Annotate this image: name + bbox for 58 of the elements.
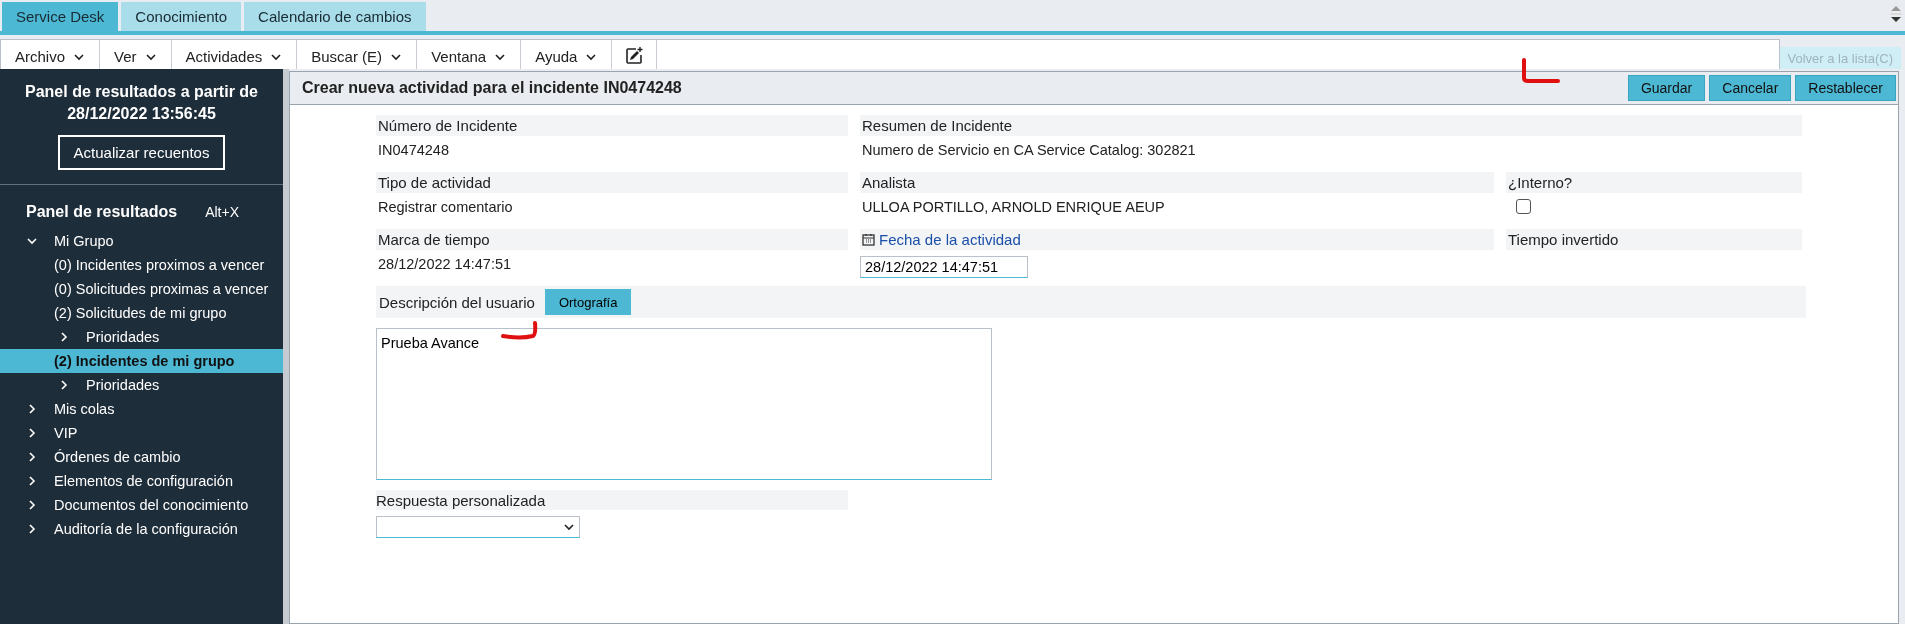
field-label: Descripción del usuario <box>379 293 535 311</box>
tree-item[interactable]: Mis colas <box>0 397 283 421</box>
field-label: Respuesta personalizada <box>376 491 546 509</box>
refresh-counts-button[interactable]: Actualizar recuentos <box>57 135 226 170</box>
shortcut-hint: Alt+X <box>205 204 240 220</box>
tree-item[interactable]: Documentos del conocimiento <box>0 493 283 517</box>
field-value: IN0474248 <box>377 142 450 160</box>
checkbox[interactable] <box>1516 199 1531 214</box>
tree-item[interactable]: Mi Grupo <box>0 229 283 253</box>
chevron-icon <box>58 379 70 391</box>
form-title: Crear nueva actividad para el incidente IN0474248 <box>302 79 682 97</box>
field-value: ULLOA PORTILLO, ARNOLD ENRIQUE AEUP <box>861 199 1166 217</box>
spell-check-button[interactable]: Ortografía <box>544 289 632 315</box>
pen-stroke-mark <box>500 320 540 342</box>
date-input-field[interactable]: 28/12/2022 14:47:51 <box>860 256 1028 278</box>
tree-item[interactable]: Prioridades <box>0 373 283 397</box>
section-title: Panel de resultados <box>26 203 178 221</box>
field-label: Tiempo invertido <box>1508 231 1619 248</box>
action-button[interactable]: Cancelar <box>1709 75 1792 101</box>
tree-item[interactable]: Auditoría de la configuración <box>0 517 283 541</box>
tree-item[interactable]: Prioridades <box>0 325 283 349</box>
tree-item[interactable]: (0) Incidentes proximos a vencer <box>0 253 283 277</box>
tree-item[interactable]: Elementos de configuración <box>0 469 283 493</box>
top-tab[interactable]: Conocimiento <box>121 2 242 31</box>
tree-item[interactable]: (2) Solicitudes de mi grupo <box>0 301 283 325</box>
pen-stroke-mark <box>1520 58 1560 84</box>
chevron-icon <box>26 523 38 535</box>
menu-item[interactable]: Ventana <box>417 40 522 69</box>
chevron-icon <box>26 235 38 247</box>
field-label: Número de Incidente <box>378 117 518 134</box>
chevron-icon <box>26 427 38 439</box>
field-label: Marca de tiempo <box>378 231 490 248</box>
panel-title: Panel de resultados a partir de 28/12/2022 13:56:45 <box>24 82 259 124</box>
action-button[interactable]: Guardar <box>1627 75 1706 101</box>
top-tab[interactable]: Service Desk <box>2 2 119 31</box>
tree-item[interactable]: (2) Incidentes de mi grupo <box>0 349 283 373</box>
tree-item[interactable]: VIP <box>0 421 283 445</box>
chevron-icon <box>58 331 70 343</box>
field-label: Analista <box>862 174 916 191</box>
tree-item[interactable]: Órdenes de cambio <box>0 445 283 469</box>
menu-item[interactable]: Ayuda <box>521 40 613 69</box>
field-label: Tipo de actividad <box>378 174 491 191</box>
top-tab[interactable]: Calendario de cambios <box>244 2 426 31</box>
chevron-icon <box>26 475 38 487</box>
field-label: Resumen de Incidente <box>862 117 1013 134</box>
action-button[interactable]: Restablecer <box>1795 75 1896 101</box>
tree-item[interactable]: (0) Solicitudes proximas a vencer <box>0 277 283 301</box>
chevron-icon <box>26 499 38 511</box>
caret-icon <box>563 521 575 533</box>
description-text-area[interactable]: Prueba Avance <box>376 328 992 480</box>
field-value: Registrar comentario <box>377 199 514 217</box>
chevron-icon <box>26 451 38 463</box>
menu-item[interactable]: Buscar (E) <box>297 40 418 69</box>
field-value: 28/12/2022 14:47:51 <box>377 256 513 274</box>
field-value: Numero de Servicio en CA Service Catalog: 302821 <box>861 142 1197 160</box>
calendar-icon <box>862 233 875 246</box>
chevron-icon <box>26 403 38 415</box>
field-label: ¿Interno? <box>1508 174 1573 191</box>
